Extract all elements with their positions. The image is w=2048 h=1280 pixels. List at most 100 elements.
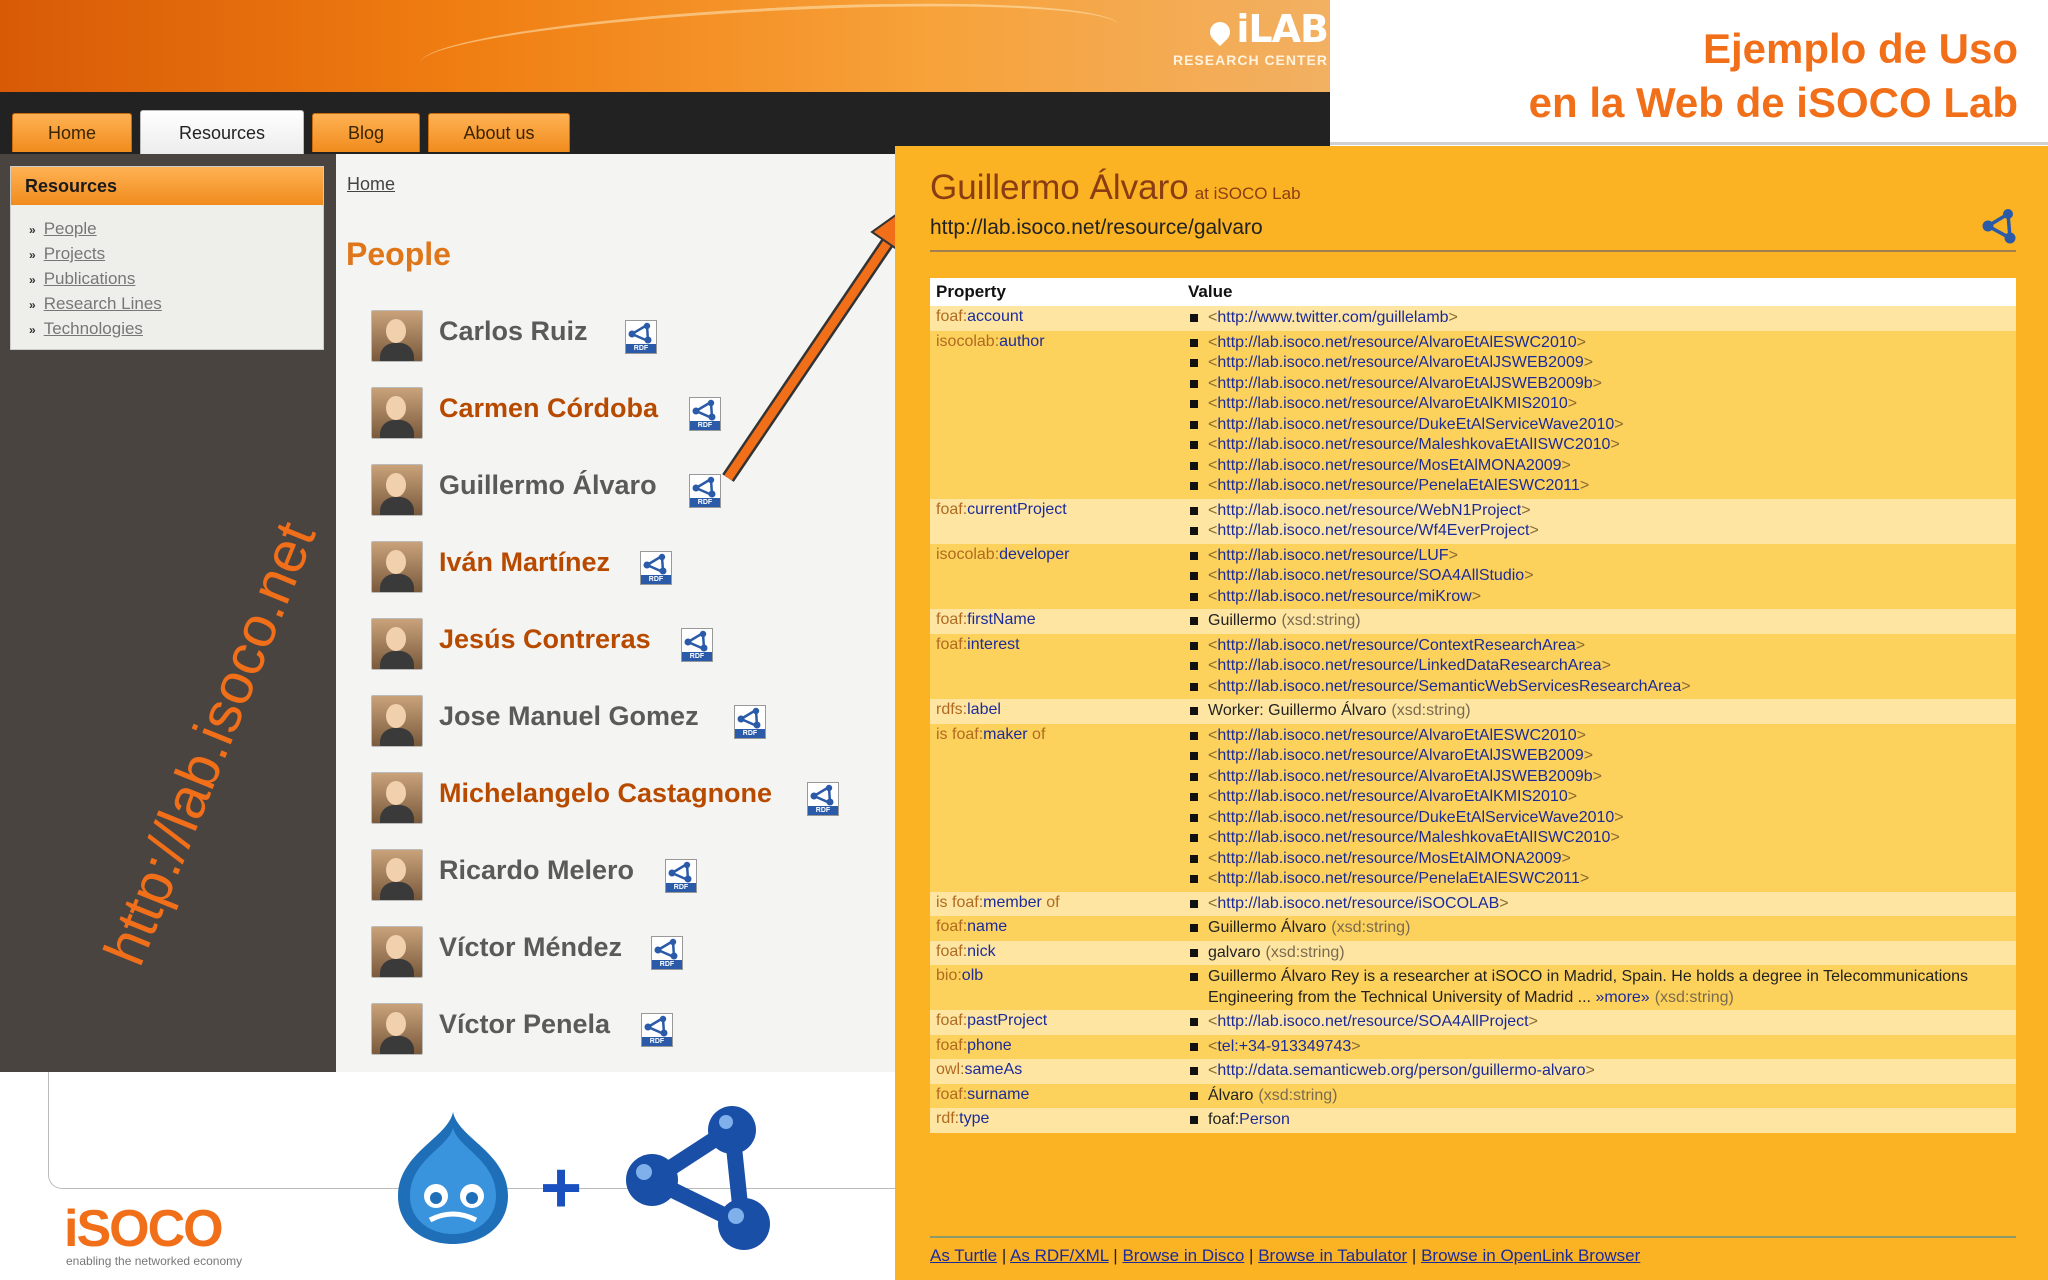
person-name[interactable]: Víctor Méndez <box>439 932 622 963</box>
property-name[interactable]: foaf:phone <box>930 1034 1182 1059</box>
property-name[interactable]: rdf:type <box>930 1108 1182 1133</box>
person-row[interactable]: Jesús Contreras RDF <box>371 616 871 672</box>
tab-blog[interactable]: Blog <box>312 113 420 152</box>
value-uri-link[interactable]: http://lab.isoco.net/resource/Maleshkova… <box>1217 829 1610 846</box>
rdf-icon[interactable]: RDF <box>625 320 657 354</box>
property-name[interactable]: foaf:pastProject <box>930 1010 1182 1035</box>
value-uri-link[interactable]: http://lab.isoco.net/resource/AlvaroEtAl… <box>1217 354 1583 371</box>
property-local-name[interactable]: name <box>967 918 1007 935</box>
property-name[interactable]: foaf:currentProject <box>930 498 1182 544</box>
value-uri-link[interactable]: http://lab.isoco.net/resource/MosEtAlMON… <box>1217 850 1561 867</box>
value-uri-link[interactable]: http://lab.isoco.net/resource/PenelaEtAl… <box>1217 870 1580 887</box>
property-local-name[interactable]: surname <box>967 1086 1029 1103</box>
value-uri-link[interactable]: http://lab.isoco.net/resource/AlvaroEtAl… <box>1217 375 1592 392</box>
footer-link[interactable]: Browse in Tabulator <box>1258 1246 1407 1265</box>
rdf-share-icon[interactable] <box>1982 208 2018 249</box>
value-type-link[interactable]: Person <box>1239 1111 1290 1128</box>
rdf-icon[interactable]: RDF <box>681 628 713 662</box>
property-local-name[interactable]: label <box>967 701 1001 718</box>
property-local-name[interactable]: author <box>999 333 1044 350</box>
property-name[interactable]: foaf:firstName <box>930 609 1182 634</box>
value-uri-link[interactable]: http://lab.isoco.net/resource/DukeEtAlSe… <box>1217 416 1614 433</box>
rdf-icon[interactable]: RDF <box>734 705 766 739</box>
sidebar-item-label[interactable]: Publications <box>44 269 136 288</box>
value-uri-link[interactable]: http://lab.isoco.net/resource/Maleshkova… <box>1217 436 1610 453</box>
person-name[interactable]: Jesús Contreras <box>439 624 651 655</box>
property-local-name[interactable]: account <box>967 308 1023 325</box>
property-local-name[interactable]: currentProject <box>967 501 1067 518</box>
rdf-icon[interactable]: RDF <box>651 936 683 970</box>
property-name[interactable]: owl:sameAs <box>930 1059 1182 1084</box>
property-name[interactable]: foaf:nick <box>930 940 1182 965</box>
property-name[interactable]: foaf:account <box>930 306 1182 331</box>
ilab-logo[interactable]: iLAB RESEARCH CENTER <box>1148 6 1329 86</box>
footer-link[interactable]: As RDF/XML <box>1010 1246 1109 1265</box>
person-name[interactable]: Michelangelo Castagnone <box>439 778 772 809</box>
property-name[interactable]: foaf:surname <box>930 1083 1182 1108</box>
person-name[interactable]: Víctor Penela <box>439 1009 610 1040</box>
footer-link[interactable]: As Turtle <box>930 1246 997 1265</box>
sidebar-item-projects[interactable]: » Projects <box>29 242 323 267</box>
person-row[interactable]: Michelangelo Castagnone RDF <box>371 770 871 826</box>
person-row[interactable]: Ricardo Melero RDF <box>371 847 871 903</box>
tab-resources[interactable]: Resources <box>140 110 304 155</box>
value-uri-link[interactable]: http://lab.isoco.net/resource/WebN1Proje… <box>1217 502 1521 519</box>
property-local-name[interactable]: nick <box>967 943 995 960</box>
breadcrumb-home[interactable]: Home <box>347 174 395 195</box>
value-uri-link[interactable]: http://lab.isoco.net/resource/iSOCOLAB <box>1217 895 1499 912</box>
person-row[interactable]: Víctor Penela RDF <box>371 1001 871 1057</box>
value-uri-link[interactable]: tel:+34-913349743 <box>1217 1038 1351 1055</box>
property-name[interactable]: bio:olb <box>930 965 1182 1010</box>
tab-about-us[interactable]: About us <box>428 113 570 152</box>
property-local-name[interactable]: pastProject <box>967 1012 1047 1029</box>
sidebar-item-research-lines[interactable]: » Research Lines <box>29 292 323 317</box>
footer-link[interactable]: Browse in OpenLink Browser <box>1421 1246 1640 1265</box>
person-name[interactable]: Carlos Ruiz <box>439 316 588 347</box>
value-uri-link[interactable]: http://lab.isoco.net/resource/ContextRes… <box>1217 637 1575 654</box>
person-name[interactable]: Guillermo Álvaro <box>439 470 657 501</box>
sidebar-item-people[interactable]: » People <box>29 217 323 242</box>
sidebar-item-label[interactable]: Technologies <box>44 319 143 338</box>
tab-home[interactable]: Home <box>12 113 132 152</box>
property-name[interactable]: foaf:interest <box>930 633 1182 699</box>
property-local-name[interactable]: phone <box>967 1037 1012 1054</box>
value-uri-link[interactable]: http://lab.isoco.net/resource/AlvaroEtAl… <box>1217 727 1576 744</box>
rdf-icon[interactable]: RDF <box>807 782 839 816</box>
sidebar-item-publications[interactable]: » Publications <box>29 267 323 292</box>
property-local-name[interactable]: sameAs <box>964 1061 1022 1078</box>
value-uri-link[interactable]: http://lab.isoco.net/resource/LUF <box>1217 547 1448 564</box>
value-uri-link[interactable]: http://lab.isoco.net/resource/SemanticWe… <box>1217 678 1681 695</box>
property-local-name[interactable]: firstName <box>967 611 1035 628</box>
person-name[interactable]: Ricardo Melero <box>439 855 634 886</box>
property-local-name[interactable]: type <box>959 1110 989 1127</box>
value-uri-link[interactable]: http://lab.isoco.net/resource/AlvaroEtAl… <box>1217 768 1592 785</box>
value-uri-link[interactable]: http://lab.isoco.net/resource/AlvaroEtAl… <box>1217 334 1576 351</box>
value-uri-link[interactable]: http://lab.isoco.net/resource/AlvaroEtAl… <box>1217 395 1567 412</box>
value-uri-link[interactable]: http://lab.isoco.net/resource/Wf4EverPro… <box>1217 522 1529 539</box>
property-name[interactable]: is foaf:member of <box>930 891 1182 916</box>
property-name[interactable]: foaf:name <box>930 916 1182 941</box>
rdf-icon[interactable]: RDF <box>641 1013 673 1047</box>
property-local-name[interactable]: maker <box>983 726 1027 743</box>
property-name[interactable]: isocolab:author <box>930 330 1182 499</box>
property-name[interactable]: is foaf:maker of <box>930 723 1182 892</box>
footer-link[interactable]: Browse in Disco <box>1122 1246 1244 1265</box>
person-row[interactable]: Iván Martínez RDF <box>371 539 871 595</box>
value-uri-link[interactable]: http://lab.isoco.net/resource/SOA4AllStu… <box>1217 567 1524 584</box>
property-local-name[interactable]: olb <box>962 967 983 984</box>
property-local-name[interactable]: interest <box>967 636 1019 653</box>
sidebar-item-label[interactable]: People <box>44 219 97 238</box>
more-link[interactable]: »more» <box>1595 989 1649 1006</box>
sidebar-item-technologies[interactable]: » Technologies <box>29 317 323 342</box>
value-uri-link[interactable]: http://lab.isoco.net/resource/AlvaroEtAl… <box>1217 788 1567 805</box>
person-row[interactable]: Víctor Méndez RDF <box>371 924 871 980</box>
property-name[interactable]: rdfs:label <box>930 699 1182 724</box>
value-uri-link[interactable]: http://lab.isoco.net/resource/DukeEtAlSe… <box>1217 809 1614 826</box>
person-name[interactable]: Jose Manuel Gomez <box>439 701 699 732</box>
rdf-icon[interactable]: RDF <box>640 551 672 585</box>
sidebar-item-label[interactable]: Research Lines <box>44 294 162 313</box>
property-local-name[interactable]: member <box>983 894 1042 911</box>
value-uri-link[interactable]: http://lab.isoco.net/resource/PenelaEtAl… <box>1217 477 1580 494</box>
person-row[interactable]: Jose Manuel Gomez RDF <box>371 693 871 749</box>
property-local-name[interactable]: developer <box>999 546 1069 563</box>
